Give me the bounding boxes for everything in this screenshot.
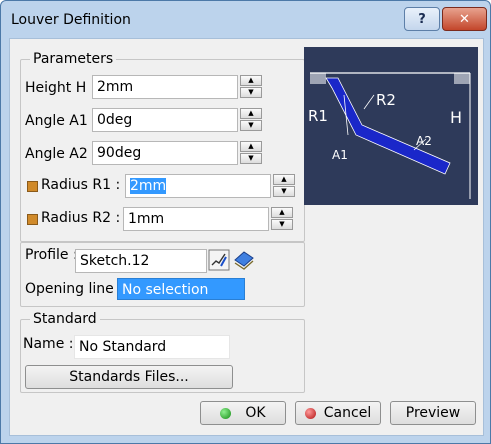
standard-legend: Standard xyxy=(30,311,100,327)
spin-down-icon[interactable]: ▼ xyxy=(240,153,262,164)
profile-group: Profile : Sketch.12 Opening line : No se… xyxy=(20,242,305,307)
preview-button[interactable]: Preview xyxy=(390,401,476,425)
angle-a2-input[interactable]: 90deg xyxy=(92,141,238,165)
spin-down-icon[interactable]: ▼ xyxy=(240,87,262,98)
radius-r1-spinner[interactable]: ▲ ▼ xyxy=(273,174,295,198)
spin-down-icon[interactable]: ▼ xyxy=(240,120,262,131)
close-button[interactable]: ✕ xyxy=(442,7,487,31)
angle-a2-label: Angle A2 : xyxy=(25,146,97,162)
height-label: Height H : xyxy=(25,80,96,96)
radius-r2-label: Radius R2 : xyxy=(41,210,121,226)
r2-label: R2 xyxy=(376,91,396,109)
plane-icon[interactable] xyxy=(233,248,255,270)
angle-a1-input[interactable]: 0deg xyxy=(92,108,238,132)
radius-r2-input[interactable]: 1mm xyxy=(123,207,269,231)
radius-r2-spinner[interactable]: ▲ ▼ xyxy=(271,207,293,231)
opening-line-field[interactable]: No selection xyxy=(117,278,245,300)
louver-diagram: R1 R2 A1 A2 H xyxy=(304,47,478,205)
radius-r2-checkbox[interactable] xyxy=(27,214,38,225)
h-label: H xyxy=(450,108,462,127)
standard-group: Standard Name : No Standard Standards Fi… xyxy=(20,311,305,393)
ok-green-dot-icon xyxy=(220,407,232,419)
parameters-group: Parameters Height H : 2mm ▲ ▼ Angle A1 : … xyxy=(20,51,305,242)
r1-label: R1 xyxy=(308,107,328,125)
name-label: Name : xyxy=(23,336,74,352)
radius-r1-label: Radius R1 : xyxy=(41,177,121,193)
spin-up-icon[interactable]: ▲ xyxy=(240,108,262,119)
opening-line-label: Opening line : xyxy=(25,281,123,297)
angle-a2-spinner[interactable]: ▲ ▼ xyxy=(240,141,262,165)
angle-a1-spinner[interactable]: ▲ ▼ xyxy=(240,108,262,132)
height-input[interactable]: 2mm xyxy=(92,75,238,99)
ok-button[interactable]: OK xyxy=(200,401,286,425)
height-spinner[interactable]: ▲ ▼ xyxy=(240,75,262,99)
spin-down-icon[interactable]: ▼ xyxy=(271,219,293,230)
louver-definition-dialog: Louver Definition ? ✕ Parameters Height … xyxy=(0,0,491,444)
parameters-legend: Parameters xyxy=(30,51,117,67)
window-title: Louver Definition xyxy=(11,12,131,28)
help-button[interactable]: ? xyxy=(404,7,440,31)
cancel-button[interactable]: Cancel xyxy=(295,401,381,425)
radius-r1-input[interactable]: 2mm xyxy=(125,174,271,198)
spin-up-icon[interactable]: ▲ xyxy=(273,174,295,185)
angle-a1-label: Angle A1 : xyxy=(25,113,97,129)
spin-up-icon[interactable]: ▲ xyxy=(271,207,293,218)
right-flange xyxy=(454,73,470,84)
a1-label: A1 xyxy=(332,148,348,162)
spin-down-icon[interactable]: ▼ xyxy=(273,186,295,197)
left-flange xyxy=(310,73,326,84)
dialog-body: Parameters Height H : 2mm ▲ ▼ Angle A1 : … xyxy=(9,38,484,436)
standard-name-field: No Standard xyxy=(74,335,230,359)
a2-label: A2 xyxy=(416,134,432,148)
spin-up-icon[interactable]: ▲ xyxy=(240,141,262,152)
cancel-label: Cancel xyxy=(323,405,372,421)
cancel-red-dot-icon xyxy=(304,407,316,419)
ok-label: OK xyxy=(245,405,266,421)
sketcher-icon[interactable] xyxy=(208,249,230,271)
radius-r1-checkbox[interactable] xyxy=(27,181,38,192)
profile-label: Profile : xyxy=(25,247,78,263)
standards-files-button[interactable]: Standards Files... xyxy=(25,365,233,389)
profile-input[interactable]: Sketch.12 xyxy=(75,249,207,273)
spin-up-icon[interactable]: ▲ xyxy=(240,75,262,86)
title-bar: Louver Definition ? ✕ xyxy=(1,1,490,39)
